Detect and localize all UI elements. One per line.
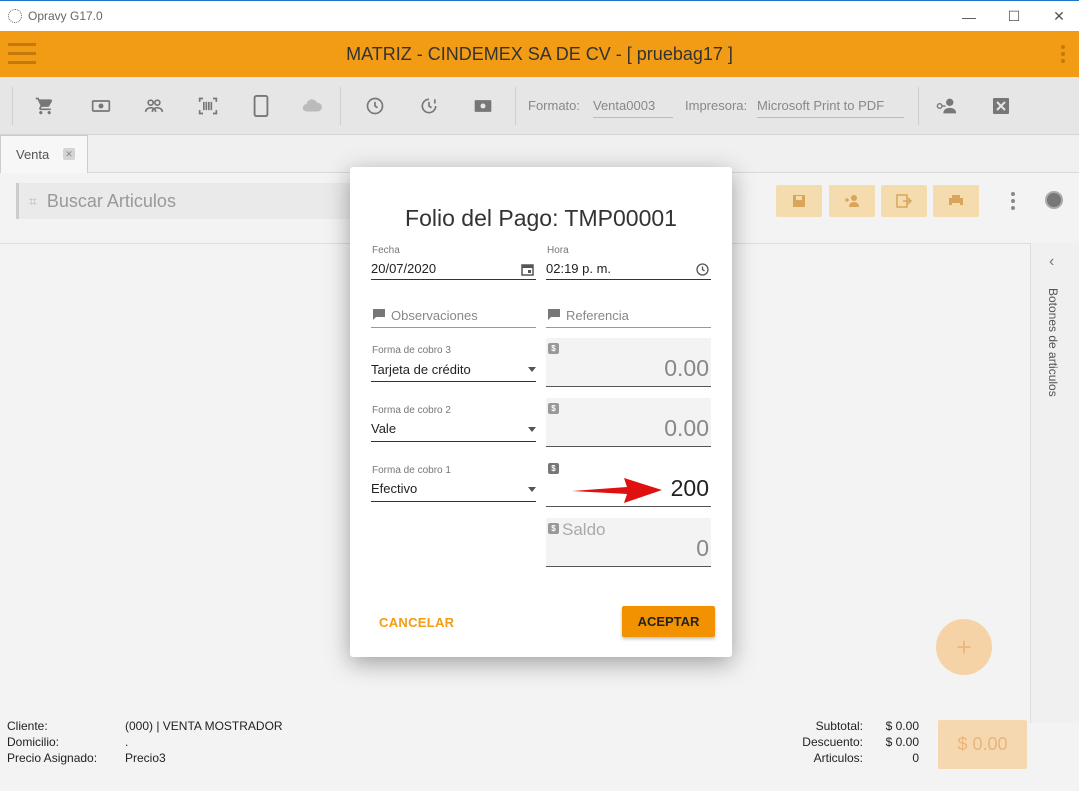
hora-label: Hora — [547, 245, 569, 256]
search-bar[interactable]: ⌗ Buscar Articulos — [16, 183, 356, 219]
total-button[interactable]: $ 0.00 — [938, 720, 1027, 769]
articulos-value: 0 — [912, 751, 919, 765]
forma2-select[interactable]: Vale — [371, 421, 396, 436]
forma2-amount-field[interactable]: $ 0.00 — [546, 398, 711, 447]
forma1-amount: 200 — [670, 475, 709, 501]
forma1-label: Forma de cobro 1 — [372, 465, 451, 476]
more-options-icon[interactable] — [1061, 45, 1065, 66]
barcode-icon: ⌗ — [29, 192, 37, 209]
saldo-value: 0 — [696, 535, 709, 561]
forma3-label: Forma de cobro 3 — [372, 345, 451, 356]
totals-labels: Subtotal: Descuento: Articulos: — [802, 718, 863, 766]
chevron-left-icon[interactable]: ‹ — [1049, 253, 1054, 271]
exit-button[interactable] — [881, 185, 927, 217]
clock-alert-icon[interactable] — [418, 95, 440, 117]
currency-icon: $ — [548, 343, 559, 354]
descuento-label: Descuento: — [802, 735, 863, 749]
cliente-value: (000) | VENTA MOSTRADOR — [125, 719, 283, 733]
close-window-button[interactable]: ✕ — [1036, 1, 1079, 32]
observaciones-input[interactable]: Observaciones — [391, 308, 478, 323]
add-fab-button[interactable]: + — [936, 619, 992, 675]
plus-icon: + — [956, 631, 972, 662]
payment-dialog: Folio del Pago: TMP00001 Fecha 20/07/202… — [350, 167, 732, 657]
referencia-input[interactable]: Referencia — [566, 308, 629, 323]
app-icon — [8, 9, 22, 23]
currency-icon: $ — [548, 523, 559, 534]
subtotal-value: $ 0.00 — [885, 719, 919, 733]
customer-info: Cliente: Domicilio: Precio Asignado: — [7, 718, 97, 766]
annotation-arrow-icon — [572, 478, 662, 503]
maximize-button[interactable]: ☐ — [991, 1, 1037, 32]
window-title: Opravy G17.0 — [28, 9, 103, 23]
fecha-field[interactable]: 20/07/2020 — [371, 261, 436, 276]
comment-icon — [548, 309, 560, 320]
customers-icon[interactable] — [143, 95, 165, 117]
cancel-button[interactable]: CANCELAR — [379, 615, 454, 630]
comment-icon — [373, 309, 385, 320]
forma2-label: Forma de cobro 2 — [372, 405, 451, 416]
customer-values: (000) | VENTA MOSTRADOR . Precio3 — [125, 718, 283, 766]
forma3-amount: 0.00 — [664, 355, 709, 381]
fecha-label: Fecha — [372, 245, 400, 256]
subtotal-label: Subtotal: — [815, 719, 863, 733]
impresora-select[interactable]: Microsoft Print to PDF — [757, 98, 904, 118]
close-tab-icon[interactable]: ✕ — [63, 148, 75, 160]
precio-label: Precio Asignado: — [7, 751, 98, 765]
add-user-icon — [845, 195, 859, 207]
clock-icon[interactable] — [696, 263, 709, 276]
articulos-label: Articulos: — [813, 751, 863, 765]
tablet-icon[interactable] — [250, 95, 272, 117]
calendar-icon[interactable] — [521, 263, 534, 276]
forma3-amount-field[interactable]: $ 0.00 — [546, 338, 711, 387]
dialog-title: Folio del Pago: TMP00001 — [405, 205, 677, 231]
more-actions-icon[interactable] — [1011, 192, 1015, 210]
forma3-select[interactable]: Tarjeta de crédito — [371, 362, 471, 377]
dropdown-arrow-icon — [528, 487, 536, 492]
precio-value: Precio3 — [125, 751, 166, 765]
totals-values: $ 0.00 $ 0.00 0 — [886, 718, 919, 766]
dropdown-arrow-icon — [528, 427, 536, 432]
exit-icon — [896, 194, 912, 208]
tab-label: Venta — [16, 147, 50, 162]
forma1-select[interactable]: Efectivo — [371, 481, 417, 496]
window-titlebar: Opravy G17.0 — ☐ ✕ — [0, 0, 1079, 31]
cash-icon[interactable] — [90, 95, 112, 117]
hora-field[interactable]: 02:19 p. m. — [546, 261, 611, 276]
currency-icon: $ — [548, 463, 559, 474]
currency-icon: $ — [548, 403, 559, 414]
toolbar: Formato: Venta0003 Impresora: Microsoft … — [0, 77, 1079, 135]
formato-select[interactable]: Venta0003 — [593, 98, 673, 118]
app-header: MATRIZ - CINDEMEX SA DE CV - [ pruebag17… — [0, 31, 1079, 77]
save-button[interactable] — [776, 185, 822, 217]
search-input[interactable]: Buscar Articulos — [47, 191, 176, 212]
add-customer-button[interactable] — [829, 185, 875, 217]
forma2-amount: 0.00 — [664, 415, 709, 441]
print-icon — [949, 195, 963, 207]
cliente-label: Cliente: — [7, 719, 48, 733]
descuento-value: $ 0.00 — [885, 735, 919, 749]
saldo-label: Saldo — [562, 520, 606, 539]
save-icon — [793, 195, 805, 207]
app-title: MATRIZ - CINDEMEX SA DE CV - [ pruebag17… — [346, 43, 733, 64]
menu-icon[interactable] — [8, 43, 36, 65]
barcode-scan-icon[interactable] — [197, 95, 219, 117]
domicilio-label: Domicilio: — [7, 735, 60, 749]
minimize-button[interactable]: — — [946, 1, 992, 32]
status-icon[interactable] — [1045, 191, 1063, 209]
print-button[interactable] — [933, 185, 979, 217]
tab-venta[interactable]: Venta ✕ — [0, 135, 88, 173]
payment-icon[interactable] — [472, 95, 494, 117]
close-box-icon[interactable] — [990, 95, 1012, 117]
saldo-field: $ Saldo 0 — [546, 518, 711, 567]
accept-button[interactable]: ACEPTAR — [622, 606, 715, 637]
domicilio-value: . — [125, 735, 129, 749]
cart-icon[interactable] — [34, 95, 56, 117]
formato-label: Formato: — [528, 98, 581, 113]
user-key-icon[interactable] — [936, 95, 958, 117]
impresora-label: Impresora: — [685, 98, 748, 113]
clock-icon[interactable] — [364, 95, 386, 117]
cloud-sync-icon[interactable] — [301, 95, 323, 117]
side-panel-label: Botones de articulos — [1046, 288, 1060, 397]
dropdown-arrow-icon — [528, 367, 536, 372]
